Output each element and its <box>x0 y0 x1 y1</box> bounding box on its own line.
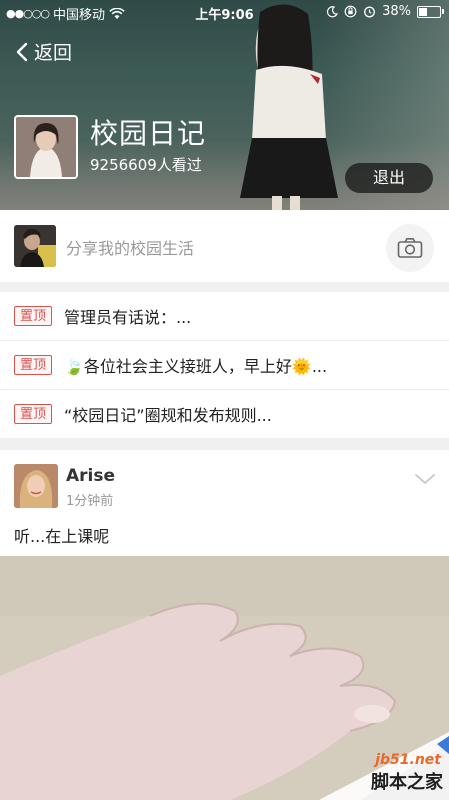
author-avatar[interactable] <box>14 464 58 508</box>
post-timestamp: 1分钟前 <box>66 494 114 509</box>
post-author-name[interactable]: Arise <box>66 466 115 486</box>
pinned-item[interactable]: 置顶 “校园日记”圈规和发布规则... <box>0 390 449 438</box>
moon-icon <box>327 5 339 17</box>
my-avatar[interactable] <box>14 225 56 267</box>
group-view-count: 9256609人看过 <box>90 156 202 174</box>
battery-fill <box>419 7 428 16</box>
alarm-icon <box>364 6 376 18</box>
rotation-lock-icon <box>344 5 357 18</box>
pinned-tag: 置顶 <box>14 355 52 375</box>
share-input[interactable]: 分享我的校园生活 <box>66 235 194 259</box>
section-divider <box>0 282 449 292</box>
pinned-list: 置顶 管理员有话说：... 置顶 🍃各位社会主义接班人，早上好🌞... 置顶 “… <box>0 292 449 438</box>
pinned-tag: 置顶 <box>14 306 52 326</box>
post-more-button[interactable] <box>414 470 436 489</box>
post-composer: 分享我的校园生活 <box>0 210 449 283</box>
camera-icon <box>397 238 423 258</box>
site-watermark: jb51.net 脚本之家 <box>319 732 449 800</box>
pinned-tag: 置顶 <box>14 404 52 424</box>
exit-group-button[interactable]: 退出 <box>345 163 433 193</box>
watermark-site: jb51.net <box>375 752 441 768</box>
pinned-item[interactable]: 置顶 管理员有话说：... <box>0 292 449 341</box>
back-label: 返回 <box>34 42 73 64</box>
author-avatar-image <box>14 464 58 508</box>
status-right: 38% <box>326 4 444 19</box>
camera-button[interactable] <box>386 224 434 272</box>
chevron-down-icon <box>415 474 435 484</box>
post-content: 听...在上课呢 <box>14 527 110 546</box>
pinned-item-text: 管理员有话说：... <box>64 308 192 327</box>
group-header-banner: ●●○○○ 中国移动 上午9:06 38% 返回 校园日记 9256609人看过… <box>0 0 449 210</box>
battery-icon <box>417 5 444 18</box>
pinned-item[interactable]: 置顶 🍃各位社会主义接班人，早上好🌞... <box>0 341 449 390</box>
back-button[interactable]: 返回 <box>16 38 72 65</box>
pinned-item-text: 🍃各位社会主义接班人，早上好🌞... <box>64 357 328 376</box>
group-avatar-image <box>16 117 76 177</box>
my-avatar-image <box>14 225 56 267</box>
post-photo[interactable]: jb51.net 脚本之家 <box>0 556 449 800</box>
battery-percent: 38% <box>382 4 411 19</box>
status-bar: ●●○○○ 中国移动 上午9:06 38% <box>0 0 449 24</box>
post-card: Arise 1分钟前 听...在上课呢 jb51.net 脚本之家 <box>0 450 449 800</box>
watermark-name: 脚本之家 <box>371 772 443 793</box>
group-title: 校园日记 <box>90 117 207 150</box>
chevron-left-icon <box>16 42 28 61</box>
group-avatar[interactable] <box>14 115 78 179</box>
banner-figure-image <box>240 4 338 210</box>
pinned-item-text: “校园日记”圈规和发布规则... <box>64 406 272 425</box>
section-divider <box>0 438 449 450</box>
